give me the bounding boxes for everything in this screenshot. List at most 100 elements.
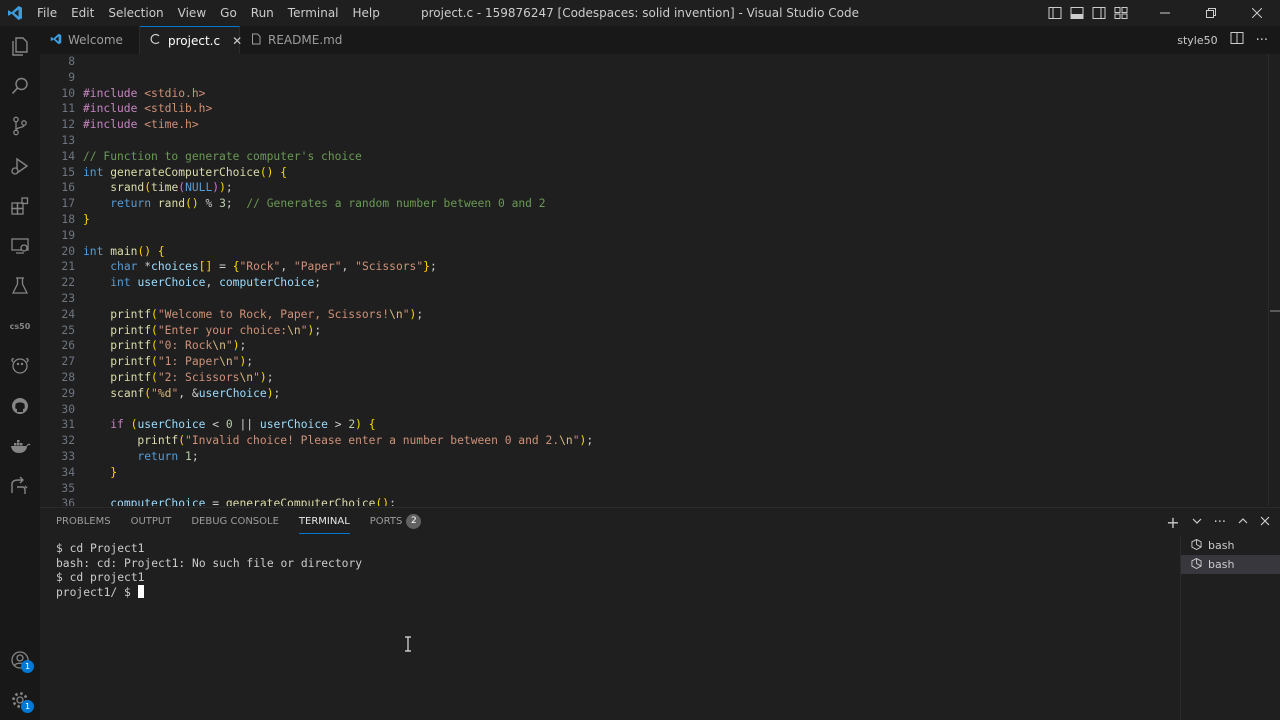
docker-whale-icon[interactable]	[0, 346, 40, 386]
line-number: 21	[61, 260, 75, 274]
menu-view[interactable]: View	[171, 0, 213, 26]
cs50-icon[interactable]: cs50	[0, 306, 40, 346]
code-text: int main() {	[83, 244, 165, 258]
toggle-secondary-sidebar-icon[interactable]	[1088, 0, 1110, 26]
line-number: 15	[61, 165, 75, 179]
close-window-button[interactable]	[1234, 0, 1280, 26]
tab-problems[interactable]: PROBLEMS	[56, 508, 111, 536]
docker-icon[interactable]	[0, 426, 40, 466]
code-line: 23	[40, 291, 1268, 307]
search-icon[interactable]	[0, 66, 40, 106]
editor-tab-bar: Welcome project.c ✕ README.md style50 ··…	[40, 26, 1280, 54]
maximize-panel-icon[interactable]	[1238, 515, 1248, 530]
github-icon[interactable]	[0, 386, 40, 426]
terminal-instance-active[interactable]: bash	[1181, 555, 1280, 574]
line-number: 27	[61, 355, 75, 369]
code-line: 18}	[40, 212, 1268, 228]
accounts-icon[interactable]: 1	[0, 640, 40, 680]
menu-go[interactable]: Go	[213, 0, 244, 26]
code-line: 9	[40, 70, 1268, 86]
terminal-name: bash	[1208, 539, 1235, 552]
line-number: 32	[61, 434, 75, 448]
editor-scrollbar[interactable]	[1268, 54, 1280, 506]
code-text: int userChoice, computerChoice;	[110, 276, 322, 290]
code-text: printf("Welcome to Rock, Paper, Scissors…	[110, 307, 424, 321]
toggle-panel-icon[interactable]	[1066, 0, 1088, 26]
code-text: return rand() % 3; // Generates a random…	[110, 197, 546, 211]
code-line: 33 return 1;	[40, 449, 1268, 465]
code-text: if (userChoice < 0 || userChoice > 2) {	[110, 418, 376, 432]
line-number: 30	[61, 402, 75, 416]
code-line: 34 }	[40, 465, 1268, 481]
customize-layout-icon[interactable]	[1110, 0, 1132, 26]
code-text: printf("1: Paper\n");	[110, 355, 254, 369]
code-line: 35	[40, 481, 1268, 497]
tab-label: project.c	[168, 33, 221, 48]
line-number: 10	[61, 86, 75, 100]
code-text: // Function to generate computer's choic…	[83, 149, 362, 163]
menu-run[interactable]: Run	[244, 0, 281, 26]
terminal-instance[interactable]: bash	[1181, 536, 1280, 555]
code-line: 31 if (userChoice < 0 || userChoice > 2)…	[40, 417, 1268, 433]
remote-explorer-icon[interactable]	[0, 226, 40, 266]
split-editor-icon[interactable]	[1230, 31, 1244, 49]
restore-button[interactable]	[1188, 0, 1234, 26]
tab-output[interactable]: OUTPUT	[131, 508, 172, 536]
explorer-icon[interactable]	[0, 26, 40, 66]
menu-edit[interactable]: Edit	[64, 0, 101, 26]
menu-terminal[interactable]: Terminal	[281, 0, 346, 26]
code-line: 30	[40, 402, 1268, 418]
code-line: 28 printf("2: Scissors\n");	[40, 370, 1268, 386]
tab-debug-console[interactable]: DEBUG CONSOLE	[191, 508, 279, 536]
line-number: 35	[61, 481, 75, 495]
line-number: 11	[61, 102, 75, 116]
tab-welcome[interactable]: Welcome	[40, 26, 140, 54]
terminal-output[interactable]: $ cd Project1 bash: cd: Project1: No suc…	[56, 542, 1176, 712]
code-line: 27 printf("1: Paper\n");	[40, 354, 1268, 370]
code-text: char *choices[] = {"Rock", "Paper", "Sci…	[110, 260, 437, 274]
source-control-icon[interactable]	[0, 106, 40, 146]
code-text: #include <stdio.h>	[83, 86, 206, 100]
code-editor[interactable]: 8 9 10 #include <stdio.h> 11 #include <stdlib…	[40, 54, 1280, 506]
extensions-icon[interactable]	[0, 186, 40, 226]
minimize-button[interactable]	[1142, 0, 1188, 26]
tab-project-c[interactable]: project.c ✕	[140, 26, 242, 54]
code-line: 14 // Function to generate computer's cho…	[40, 149, 1268, 165]
close-panel-icon[interactable]	[1260, 515, 1270, 530]
live-share-icon[interactable]	[0, 466, 40, 506]
line-number: 14	[61, 149, 75, 163]
code-line: 15 int generateComputerChoice() {	[40, 165, 1268, 181]
settings-gear-icon[interactable]: 1	[0, 680, 40, 720]
line-number: 20	[61, 244, 75, 258]
more-actions-icon[interactable]: ···	[1214, 515, 1226, 530]
menu-selection[interactable]: Selection	[101, 0, 170, 26]
code-text: printf("Enter your choice:\n");	[110, 323, 322, 337]
menu-help[interactable]: Help	[346, 0, 387, 26]
menu-bar: File Edit Selection View Go Run Terminal…	[30, 0, 387, 26]
tab-readme[interactable]: README.md	[240, 26, 350, 54]
code-text: printf("Invalid choice! Please enter a n…	[137, 434, 594, 448]
more-actions-icon[interactable]: ···	[1256, 33, 1268, 48]
run-debug-icon[interactable]	[0, 146, 40, 186]
new-terminal-icon[interactable]: +	[1166, 513, 1179, 532]
code-line: 29 scanf("%d", &userChoice);	[40, 386, 1268, 402]
toggle-primary-sidebar-icon[interactable]	[1044, 0, 1066, 26]
code-line: 11 #include <stdlib.h>	[40, 101, 1268, 117]
tab-ports[interactable]: PORTS 2	[370, 508, 422, 536]
tab-terminal[interactable]: TERMINAL	[298, 508, 350, 536]
style50-button[interactable]: style50	[1177, 34, 1217, 47]
menu-file[interactable]: File	[30, 0, 64, 26]
code-text: int generateComputerChoice() {	[83, 165, 288, 179]
tab-ports-label: PORTS	[369, 516, 403, 527]
terminal-bash-icon	[1191, 538, 1202, 553]
testing-icon[interactable]	[0, 266, 40, 306]
editor-actions: style50 ···	[1177, 26, 1280, 54]
line-number: 26	[61, 339, 75, 353]
chevron-down-icon[interactable]	[1192, 515, 1202, 530]
line-number: 34	[61, 465, 75, 479]
c-file-icon	[150, 33, 162, 48]
terminal-line: bash: cd: Project1: No such file or dire…	[56, 556, 363, 570]
code-line: 20 int main() {	[40, 244, 1268, 260]
line-number: 19	[61, 228, 75, 242]
code-line: 19	[40, 228, 1268, 244]
